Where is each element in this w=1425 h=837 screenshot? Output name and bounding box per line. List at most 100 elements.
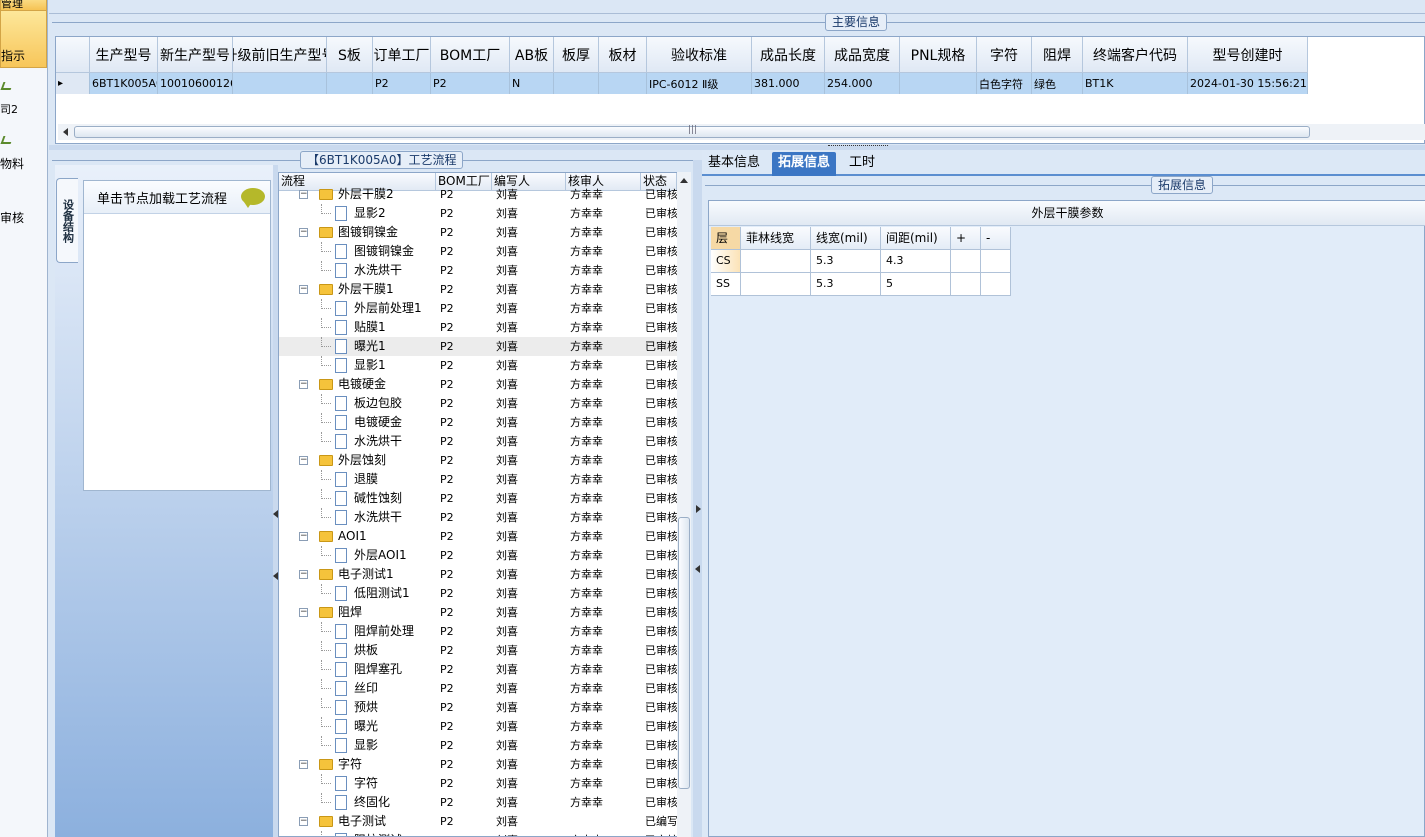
table-cell[interactable]: 4.3 <box>881 250 951 273</box>
table-cell[interactable]: SS <box>711 273 741 296</box>
table-cell[interactable]: P2 <box>431 73 510 94</box>
collapse-left-icon[interactable] <box>695 565 700 573</box>
nav-item-active[interactable]: 指示 <box>0 10 47 68</box>
column-header[interactable]: S板 <box>327 37 373 73</box>
tree-node[interactable]: − 外层蚀刻 <box>279 451 436 470</box>
table-cell[interactable] <box>981 273 1011 296</box>
tree-row[interactable]: 显影2 P2 刘喜 方幸幸 已审核 <box>279 204 677 223</box>
table-cell[interactable]: 6BT1K005A0 <box>90 73 158 94</box>
tree-node[interactable]: 字符 <box>279 774 436 793</box>
tree-node[interactable]: − AOI1 <box>279 527 436 546</box>
column-header[interactable]: 成品宽度 <box>825 37 900 73</box>
column-header[interactable]: 板厚 <box>554 37 599 73</box>
tree-row[interactable]: 板边包胶 P2 刘喜 方幸幸 已审核 <box>279 394 677 413</box>
tree-row[interactable]: 显影1 P2 刘喜 方幸幸 已审核 <box>279 356 677 375</box>
table-cell[interactable]: 5 <box>881 273 951 296</box>
tree-node[interactable]: 阻焊塞孔 <box>279 660 436 679</box>
column-header[interactable]: BOM工厂 <box>431 37 510 73</box>
column-header[interactable]: 验收标准 <box>647 37 752 73</box>
tree-node[interactable]: 碱性蚀刻 <box>279 489 436 508</box>
table-cell[interactable]: 2024-01-30 15:56:21 <box>1188 73 1308 94</box>
tree-node[interactable]: 曝光 <box>279 717 436 736</box>
tree-row[interactable]: 烘板 P2 刘喜 方幸幸 已审核 <box>279 641 677 660</box>
tree-node[interactable]: 水洗烘干 <box>279 508 436 527</box>
tree-row[interactable]: 预烘 P2 刘喜 方幸幸 已审核 <box>279 698 677 717</box>
tree-row[interactable]: 丝印 P2 刘喜 方幸幸 已审核 <box>279 679 677 698</box>
nav-item-material[interactable]: 物料 <box>0 155 24 172</box>
tree-node[interactable]: 显影 <box>279 736 436 755</box>
table-cell[interactable]: 绿色 <box>1032 73 1083 94</box>
tree-row[interactable]: 阻抗测试 P2刘喜方幸幸已审核 <box>279 831 677 836</box>
table-cell[interactable] <box>327 73 373 94</box>
tree-row[interactable]: 阻焊前处理 P2 刘喜 方幸幸 已审核 <box>279 622 677 641</box>
tree-node[interactable]: 外层AOI1 <box>279 546 436 565</box>
tree-node[interactable]: − 字符 <box>279 755 436 774</box>
tree-node[interactable]: 曝光1 <box>279 337 436 356</box>
column-header[interactable]: 新生产型号 <box>158 37 233 73</box>
tree-row[interactable]: 阻焊塞孔 P2 刘喜 方幸幸 已审核 <box>279 660 677 679</box>
column-header[interactable]: 线宽(mil) <box>811 227 881 250</box>
tree-row[interactable]: 水洗烘干 P2 刘喜 方幸幸 已审核 <box>279 508 677 527</box>
vertical-splitter[interactable] <box>693 160 702 837</box>
tree-row[interactable]: − 阻焊 P2 刘喜 方幸幸 已审核 <box>279 603 677 622</box>
row-selector-icon[interactable]: ▸ <box>56 73 90 94</box>
tree-node[interactable]: 图镀铜镍金 <box>279 242 436 261</box>
table-cell[interactable]: IPC-6012 Ⅱ级 <box>647 73 752 94</box>
table-cell[interactable]: 381.000 <box>752 73 825 94</box>
tree-node[interactable]: 预烘 <box>279 698 436 717</box>
collapse-icon[interactable]: − <box>299 608 308 617</box>
tree-row[interactable]: 水洗烘干 P2 刘喜 方幸幸 已审核 <box>279 432 677 451</box>
tree-node[interactable]: − 电子测试 <box>279 812 436 831</box>
scroll-left-icon[interactable] <box>63 128 68 136</box>
column-header[interactable]: 型号创建时 <box>1188 37 1308 73</box>
vertical-scrollbar[interactable] <box>677 172 691 837</box>
table-row[interactable]: CS 5.3 4.3 <box>711 250 1011 273</box>
tree-node[interactable]: − 外层干膜2 <box>279 185 436 204</box>
tree-node[interactable]: − 外层干膜1 <box>279 280 436 299</box>
table-cell[interactable]: 254.000 <box>825 73 900 94</box>
tree-row[interactable]: 贴膜1 P2 刘喜 方幸幸 已审核 <box>279 318 677 337</box>
scroll-up-icon[interactable] <box>680 178 688 183</box>
tree-node[interactable]: 退膜 <box>279 470 436 489</box>
nav-item-review[interactable]: 审核 <box>0 209 24 226</box>
collapse-icon[interactable]: − <box>299 190 308 199</box>
table-cell[interactable] <box>599 73 647 94</box>
column-header[interactable]: - <box>981 227 1011 250</box>
tree-node[interactable]: 阻焊前处理 <box>279 622 436 641</box>
column-header[interactable]: 生产型号 <box>90 37 158 73</box>
collapse-icon[interactable]: − <box>299 570 308 579</box>
tree-row[interactable]: 低阻测试1 P2 刘喜 方幸幸 已审核 <box>279 584 677 603</box>
tree-node[interactable]: 低阻测试1 <box>279 584 436 603</box>
tab-equipment-structure[interactable]: 设备结构 <box>56 178 78 263</box>
scroll-thumb[interactable] <box>678 517 690 789</box>
column-header[interactable]: 终端客户代码 <box>1083 37 1188 73</box>
tab-basic-info[interactable]: 基本信息 <box>702 152 766 176</box>
column-header[interactable]: PNL规格 <box>900 37 977 73</box>
tree-node[interactable]: − 图镀铜镍金 <box>279 223 436 242</box>
tree-row[interactable]: − 电镀硬金 P2 刘喜 方幸幸 已审核 <box>279 375 677 394</box>
table-cell[interactable]: CS <box>711 250 741 273</box>
column-header[interactable]: 成品长度 <box>752 37 825 73</box>
tab-work-hours[interactable]: 工时 <box>843 152 881 176</box>
table-cell[interactable]: 5.3 <box>811 273 881 296</box>
collapse-icon[interactable]: − <box>299 456 308 465</box>
tree-row[interactable]: 水洗烘干 P2 刘喜 方幸幸 已审核 <box>279 261 677 280</box>
tree-row[interactable]: − 电子测试 P2 刘喜 已编写 <box>279 812 677 831</box>
tree-node[interactable]: 水洗烘干 <box>279 432 436 451</box>
column-header[interactable]: 菲林线宽 <box>741 227 811 250</box>
tree-row[interactable]: 字符 P2 刘喜 方幸幸 已审核 <box>279 774 677 793</box>
table-cell[interactable] <box>981 250 1011 273</box>
collapse-icon[interactable]: − <box>299 760 308 769</box>
table-cell[interactable] <box>900 73 977 94</box>
tree-node[interactable]: 电镀硬金 <box>279 413 436 432</box>
tree-node[interactable]: 丝印 <box>279 679 436 698</box>
table-cell[interactable]: BT1K <box>1083 73 1188 94</box>
table-cell[interactable]: N <box>510 73 554 94</box>
tab-extended-info[interactable]: 拓展信息 <box>772 152 837 176</box>
tree-node[interactable]: 显影2 <box>279 204 436 223</box>
tree-row[interactable]: 显影 P2 刘喜 方幸幸 已审核 <box>279 736 677 755</box>
collapse-icon[interactable]: − <box>299 532 308 541</box>
tree-row[interactable]: − 外层蚀刻 P2 刘喜 方幸幸 已审核 <box>279 451 677 470</box>
tree-node[interactable]: 终固化 <box>279 793 436 812</box>
tree-node[interactable]: 烘板 <box>279 641 436 660</box>
